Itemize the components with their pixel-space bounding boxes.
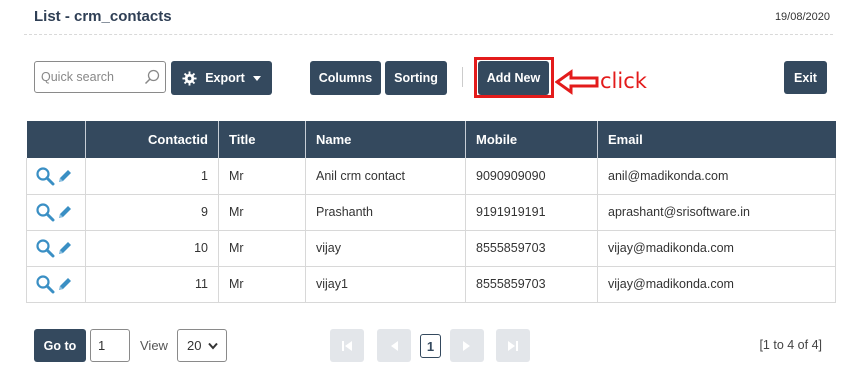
contacts-table: Contactid Title Name Mobile Email 1 Mr A…: [26, 121, 836, 303]
view-label: View: [140, 338, 168, 353]
page-number-input[interactable]: [90, 329, 130, 362]
cell-title: Mr: [218, 230, 306, 266]
record-range: [1 to 4 of 4]: [759, 338, 822, 352]
click-annotation: click: [600, 69, 647, 93]
pencil-icon[interactable]: [57, 240, 73, 256]
gear-icon: [182, 70, 197, 86]
cell-mobile: 8555859703: [465, 230, 598, 266]
table-row[interactable]: 1 Mr Anil crm contact 9090909090 anil@ma…: [26, 158, 836, 194]
table-header-row: Contactid Title Name Mobile Email: [26, 121, 836, 158]
cell-contactid: 1: [85, 158, 219, 194]
cell-title: Mr: [218, 266, 306, 302]
last-page-icon: [508, 340, 518, 351]
page-title: List - crm_contacts: [34, 8, 172, 25]
pencil-icon[interactable]: [57, 204, 73, 220]
columns-button[interactable]: Columns: [310, 61, 381, 95]
first-page-icon: [342, 340, 352, 351]
export-button[interactable]: Export: [171, 61, 272, 95]
cell-title: Mr: [218, 158, 306, 194]
search-input[interactable]: [35, 62, 143, 92]
export-label: Export: [205, 71, 245, 85]
next-page-icon: [463, 340, 470, 351]
row-actions-cell: [26, 266, 86, 302]
sorting-button[interactable]: Sorting: [385, 61, 447, 95]
cell-name: Prashanth: [305, 194, 466, 230]
column-header-name[interactable]: Name: [305, 121, 466, 158]
cell-contactid: 11: [85, 266, 219, 302]
first-page-button[interactable]: [330, 329, 364, 362]
magnifier-icon[interactable]: [35, 274, 55, 294]
table-row[interactable]: 10 Mr vijay 8555859703 vijay@madikonda.c…: [26, 230, 836, 266]
pencil-icon[interactable]: [57, 276, 73, 292]
page-size-select[interactable]: 20: [177, 329, 227, 362]
table-row[interactable]: 11 Mr vijay1 8555859703 vijay@madikonda.…: [26, 266, 836, 302]
quick-search[interactable]: [34, 61, 166, 93]
magnifier-icon[interactable]: [35, 238, 55, 258]
column-header-mobile[interactable]: Mobile: [465, 121, 598, 158]
cell-contactid: 9: [85, 194, 219, 230]
page-size-value: 20: [187, 338, 202, 353]
column-header-title[interactable]: Title: [218, 121, 306, 158]
row-actions-cell: [26, 158, 86, 194]
cell-name: vijay: [305, 230, 466, 266]
page-date: 19/08/2020: [774, 11, 830, 23]
cell-title: Mr: [218, 194, 306, 230]
next-page-button[interactable]: [450, 329, 484, 362]
cell-email: aprashant@srisoftware.in: [597, 194, 836, 230]
current-page-button[interactable]: 1: [420, 334, 441, 358]
cell-contactid: 10: [85, 230, 219, 266]
pencil-icon[interactable]: [57, 168, 73, 184]
previous-page-icon: [391, 340, 398, 351]
row-actions-cell: [26, 230, 86, 266]
last-page-button[interactable]: [496, 329, 530, 362]
toolbar-separator: [462, 67, 463, 87]
exit-button[interactable]: Exit: [784, 61, 827, 94]
column-header-contactid[interactable]: Contactid: [85, 121, 219, 158]
search-icon[interactable]: [144, 69, 160, 85]
add-new-button[interactable]: Add New: [478, 61, 549, 95]
chevron-down-icon: [208, 342, 218, 350]
header-divider: [24, 34, 833, 35]
previous-page-button[interactable]: [377, 329, 411, 362]
cell-email: anil@madikonda.com: [597, 158, 836, 194]
cell-email: vijay@madikonda.com: [597, 230, 836, 266]
column-header-actions: [26, 121, 86, 158]
column-header-email[interactable]: Email: [598, 121, 836, 158]
caret-down-icon: [252, 75, 261, 81]
goto-button[interactable]: Go to: [34, 329, 86, 362]
magnifier-icon[interactable]: [35, 202, 55, 222]
cell-name: vijay1: [305, 266, 466, 302]
left-arrow-annotation-icon: [555, 69, 599, 95]
cell-mobile: 8555859703: [465, 266, 598, 302]
cell-name: Anil crm contact: [305, 158, 466, 194]
cell-email: vijay@madikonda.com: [597, 266, 836, 302]
cell-mobile: 9090909090: [465, 158, 598, 194]
row-actions-cell: [26, 194, 86, 230]
table-row[interactable]: 9 Mr Prashanth 9191919191 aprashant@sris…: [26, 194, 836, 230]
magnifier-icon[interactable]: [35, 166, 55, 186]
cell-mobile: 9191919191: [465, 194, 598, 230]
